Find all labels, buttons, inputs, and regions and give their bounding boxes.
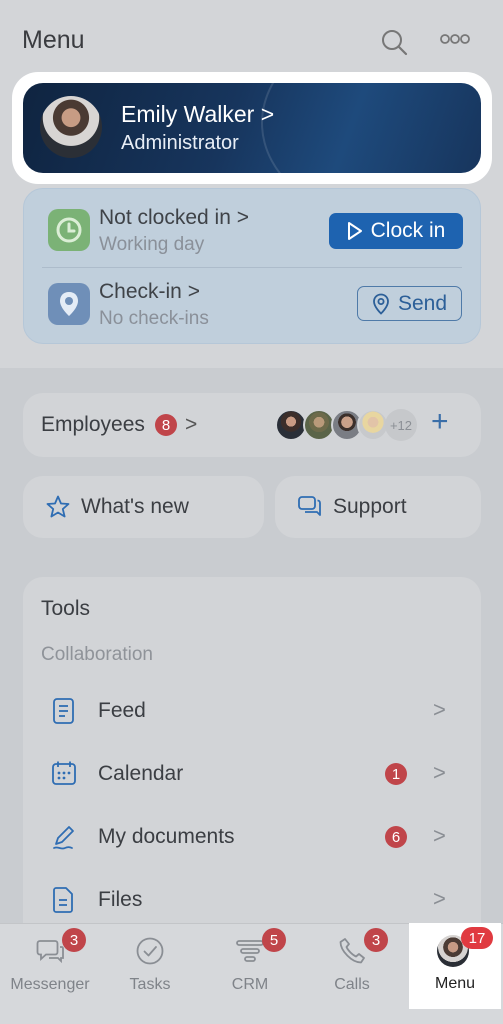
signature-icon — [51, 823, 79, 856]
tool-item-calendar[interactable]: Calendar 1 > — [23, 754, 481, 794]
whats-new-label: What's new — [81, 495, 189, 518]
tools-title: Tools — [41, 597, 91, 620]
chevron-right-icon: > — [187, 280, 200, 303]
employees-badge: 8 — [155, 414, 177, 436]
play-icon — [347, 222, 362, 240]
chevron-right-icon: > — [260, 101, 275, 127]
nav-label: Menu — [434, 975, 476, 992]
tool-label: My documents — [98, 825, 235, 848]
clock-status-title[interactable]: Not clocked in > — [99, 206, 249, 230]
add-employee-button[interactable]: + — [431, 405, 449, 439]
documents-badge: 6 — [385, 826, 407, 848]
menu-page: Menu Emily Walker > Administrator Not cl… — [0, 0, 503, 1024]
location-icon — [48, 283, 90, 325]
page-title: Menu — [22, 26, 85, 54]
messenger-icon — [35, 936, 65, 971]
chevron-right-icon: > — [433, 697, 446, 722]
more-employees-count: +12 — [385, 409, 417, 441]
clock-in-button[interactable]: Clock in — [329, 213, 463, 249]
star-icon — [45, 494, 71, 525]
employees-card[interactable]: Employees 8 > +12 + — [23, 393, 481, 457]
tools-section-label: Collaboration — [41, 644, 153, 665]
chevron-right-icon: > — [433, 823, 446, 848]
tool-label: Calendar — [98, 762, 184, 785]
messenger-badge: 3 — [62, 928, 86, 952]
nav-label: Calls — [334, 976, 370, 993]
tool-label: Files — [98, 888, 143, 911]
more-icon[interactable] — [440, 32, 470, 50]
profile-decoration — [261, 83, 481, 173]
clock-status-subtitle: Working day — [99, 234, 205, 255]
chevron-right-icon: > — [236, 206, 250, 229]
phone-icon — [337, 936, 367, 971]
support-card[interactable]: Support — [275, 476, 481, 538]
divider — [42, 267, 462, 268]
clock-status-text: Not clocked in — [99, 206, 231, 229]
crm-badge: 5 — [262, 928, 286, 952]
clock-icon — [48, 209, 90, 251]
nav-messenger[interactable]: 3 Messenger — [0, 924, 100, 1024]
tool-item-my-documents[interactable]: My documents 6 > — [23, 817, 481, 857]
check-circle-icon — [135, 936, 165, 971]
profile-card[interactable]: Emily Walker > Administrator — [23, 83, 481, 173]
nav-label: Tasks — [129, 976, 171, 993]
send-button[interactable]: Send — [357, 286, 462, 321]
nav-crm[interactable]: 5 CRM — [200, 924, 300, 1024]
tool-item-files[interactable]: Files > — [23, 880, 481, 920]
search-icon[interactable] — [380, 28, 408, 61]
chat-icon — [297, 494, 323, 525]
calendar-badge: 1 — [385, 763, 407, 785]
nav-calls[interactable]: 3 Calls — [302, 924, 402, 1024]
map-pin-icon — [373, 293, 389, 315]
chevron-right-icon: > — [185, 413, 198, 436]
tool-item-feed[interactable]: Feed > — [23, 691, 481, 731]
chevron-right-icon: > — [433, 886, 446, 911]
checkin-title-text: Check-in — [99, 280, 182, 303]
support-label: Support — [333, 495, 407, 518]
feed-icon — [51, 697, 77, 730]
funnel-icon — [235, 936, 265, 971]
profile-role: Administrator — [121, 132, 239, 154]
nav-label: Messenger — [10, 976, 90, 993]
send-label: Send — [397, 291, 448, 315]
clock-card: Not clocked in > Working day Clock in Ch… — [23, 188, 481, 344]
employees-label: Employees — [41, 413, 145, 436]
checkin-title[interactable]: Check-in > — [99, 280, 200, 304]
nav-menu[interactable]: 17 Menu — [409, 923, 501, 1009]
calls-badge: 3 — [364, 928, 388, 952]
chevron-right-icon: > — [433, 760, 446, 785]
calendar-icon — [51, 760, 77, 793]
whats-new-card[interactable]: What's new — [23, 476, 264, 538]
tool-label: Feed — [98, 699, 146, 722]
nav-tasks[interactable]: Tasks — [100, 924, 200, 1024]
clock-in-label: Clock in — [370, 219, 446, 242]
profile-name: Emily Walker > — [121, 101, 274, 128]
nav-label: CRM — [231, 976, 269, 993]
file-icon — [51, 886, 77, 919]
tools-card: Tools Collaboration Feed > Calendar 1 > … — [23, 577, 481, 957]
checkin-subtitle: No check-ins — [99, 308, 209, 329]
avatar — [40, 96, 102, 158]
menu-badge: 17 — [461, 927, 493, 949]
profile-name-text: Emily Walker — [121, 101, 255, 127]
